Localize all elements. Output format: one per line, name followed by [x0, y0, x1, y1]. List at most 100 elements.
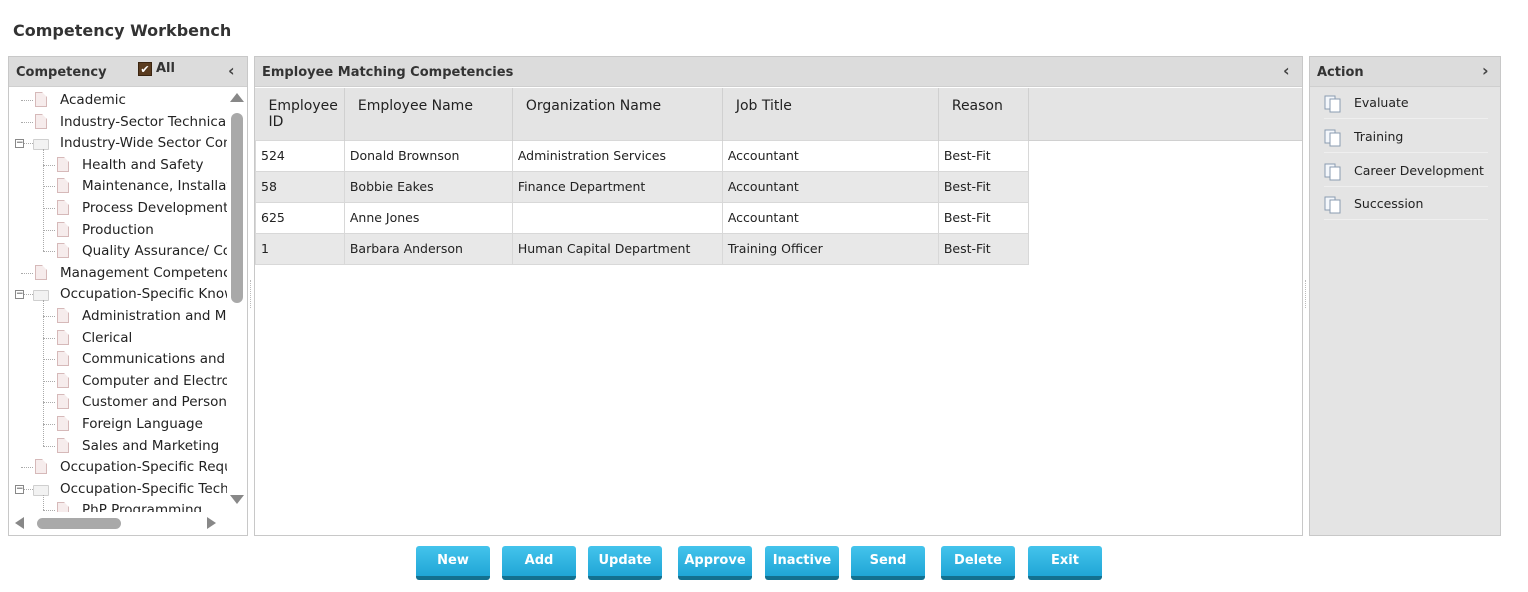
delete-button[interactable]: Delete [941, 546, 1015, 580]
collapse-right-icon[interactable]: › [1482, 63, 1489, 79]
document-icon [57, 156, 69, 172]
horizontal-scrollbar[interactable] [9, 515, 229, 531]
tree-item[interactable]: Management Competenci [60, 263, 227, 283]
tree-connector-line [43, 359, 55, 361]
employee-grid: Employee ID Employee Name Organization N… [255, 88, 1029, 265]
tree-item[interactable]: Industry-Sector Technical [60, 112, 227, 132]
tree-item[interactable]: Sales and Marketing [82, 436, 219, 456]
action-career-development[interactable]: Career Development [1324, 159, 1488, 187]
new-button[interactable]: New [416, 546, 490, 580]
tree-collapse-icon[interactable]: − [15, 484, 24, 494]
tree-connector-line [21, 467, 33, 469]
document-icon [35, 113, 47, 129]
document-icon [35, 264, 47, 280]
vertical-scroll-thumb[interactable] [231, 113, 243, 303]
tree-item[interactable]: Foreign Language [82, 414, 203, 434]
scroll-left-icon[interactable] [15, 517, 24, 529]
tree-item[interactable]: Clerical [82, 328, 132, 348]
scroll-down-icon[interactable] [230, 495, 244, 504]
tree-collapse-icon[interactable]: − [15, 290, 24, 300]
tree-connector-line [43, 186, 55, 188]
tree-collapse-icon[interactable]: − [15, 139, 24, 149]
table-row[interactable]: 524 Donald Brownson Administration Servi… [255, 139, 1029, 172]
employee-panel: Employee Matching Competencies ‹ Employe… [254, 56, 1303, 536]
cell-employee-name: Donald Brownson [343, 139, 513, 172]
folder-icon [33, 484, 49, 496]
tree-item[interactable]: Industry-Wide Sector Com [60, 133, 227, 153]
competency-header: Competency ✔ All ‹ [9, 57, 247, 87]
table-row[interactable]: 58 Bobbie Eakes Finance Department Accou… [255, 170, 1029, 203]
tree-connector-line [43, 445, 55, 447]
table-row[interactable]: 1 Barbara Anderson Human Capital Departm… [255, 232, 1029, 265]
action-succession[interactable]: Succession [1324, 192, 1488, 220]
tree-item[interactable]: Quality Assurance/ Co [82, 241, 227, 261]
document-icon [57, 437, 69, 453]
add-button[interactable]: Add [502, 546, 576, 580]
tree-item[interactable]: Process Development [82, 198, 227, 218]
vertical-scrollbar[interactable] [229, 87, 245, 512]
send-button[interactable]: Send [851, 546, 925, 580]
tree-item[interactable]: Customer and Persona [82, 392, 227, 412]
column-header-employee-id[interactable]: Employee ID [255, 88, 345, 140]
cell-employee-id: 524 [255, 139, 345, 172]
action-label: Training [1354, 129, 1404, 144]
right-splitter[interactable] [1305, 280, 1308, 308]
tree-item[interactable]: Health and Safety [82, 155, 204, 175]
tree-item[interactable]: Communications and I [82, 349, 227, 369]
column-header-reason[interactable]: Reason [938, 88, 1029, 140]
tree-item[interactable]: Administration and Ma [82, 306, 227, 326]
horizontal-scroll-thumb[interactable] [37, 518, 121, 529]
scroll-right-icon[interactable] [207, 517, 216, 529]
collapse-left-icon[interactable]: ‹ [228, 63, 235, 79]
action-evaluate[interactable]: Evaluate [1324, 91, 1488, 119]
tree-item[interactable]: Maintenance, Installati [82, 176, 227, 196]
cell-reason: Best-Fit [937, 170, 1029, 203]
tree-item[interactable]: PhP Programming [82, 500, 202, 512]
tree-connector-line [43, 316, 55, 317]
action-training[interactable]: Training [1324, 125, 1488, 153]
left-splitter[interactable] [250, 280, 253, 308]
tree-item[interactable]: Academic [60, 90, 126, 110]
competency-title: Competency [16, 65, 107, 80]
tree-connector-line [43, 402, 55, 404]
employee-panel-title: Employee Matching Competencies [262, 65, 514, 80]
document-icon [57, 178, 69, 194]
checkbox-checked-icon[interactable]: ✔ [138, 61, 152, 76]
collapse-left-icon[interactable]: ‹ [1283, 63, 1290, 79]
cell-reason: Best-Fit [937, 232, 1029, 265]
column-header-organization-name[interactable]: Organization Name [512, 88, 723, 140]
tree-item[interactable]: Production [82, 220, 154, 240]
column-header-employee-name[interactable]: Employee Name [344, 88, 513, 140]
approve-button[interactable]: Approve [678, 546, 752, 580]
tree-item[interactable]: Occupation-Specific Know [60, 284, 227, 304]
table-row[interactable]: 625 Anne Jones Accountant Best-Fit [255, 201, 1029, 234]
column-header-job-title[interactable]: Job Title [722, 88, 939, 140]
cell-organization-name: Human Capital Department [511, 232, 723, 265]
document-icon [57, 416, 69, 431]
cell-employee-name: Barbara Anderson [343, 232, 513, 265]
inactive-button[interactable]: Inactive [765, 546, 839, 580]
cell-job-title: Training Officer [721, 232, 939, 265]
tree-item[interactable]: Occupation-Specific Requi [60, 457, 227, 477]
cell-employee-name: Anne Jones [343, 201, 513, 234]
all-checkbox[interactable]: ✔ All [138, 61, 175, 76]
cell-reason: Best-Fit [937, 139, 1029, 172]
copy-document-icon [1324, 196, 1341, 214]
tree-connector-line [43, 510, 55, 512]
tree-connector-line [43, 208, 55, 209]
tree-connector-line [21, 272, 33, 274]
document-icon [35, 459, 47, 475]
scroll-up-icon[interactable] [230, 93, 244, 102]
cell-organization-name: Administration Services [511, 139, 723, 172]
tree-item[interactable]: Occupation-Specific Techr [60, 479, 227, 499]
tree-connector-line [21, 100, 33, 101]
employee-header: Employee Matching Competencies ‹ [255, 57, 1302, 87]
cell-employee-name: Bobbie Eakes [343, 170, 513, 203]
exit-button[interactable]: Exit [1028, 546, 1102, 580]
update-button[interactable]: Update [588, 546, 662, 580]
tree-connector-line [21, 121, 33, 123]
tree-connector-line [43, 337, 55, 339]
tree-connector-line [43, 494, 44, 511]
page-title: Competency Workbench [13, 21, 232, 40]
tree-item[interactable]: Computer and Electror [82, 371, 227, 391]
